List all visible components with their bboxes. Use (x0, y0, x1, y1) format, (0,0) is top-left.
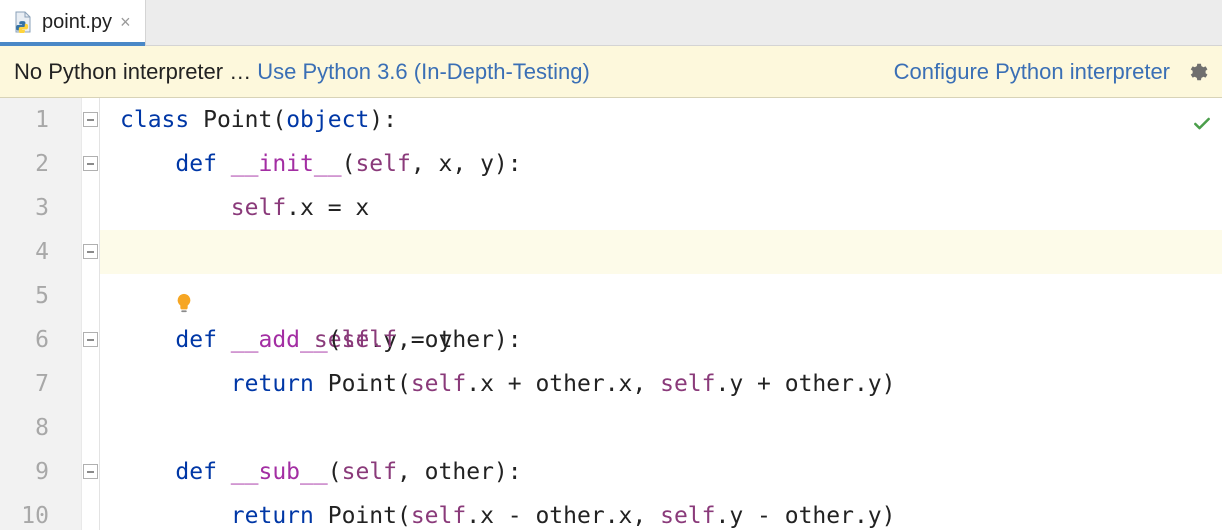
configure-interpreter-link[interactable]: Configure Python interpreter (894, 59, 1170, 85)
kw-class: class (120, 107, 189, 133)
code-line[interactable]: def __init__(self, x, y): (100, 142, 1222, 186)
code-line[interactable]: class Point(object): (100, 98, 1222, 142)
fold-handle[interactable] (83, 464, 98, 479)
code-line[interactable] (100, 406, 1222, 450)
use-interpreter-link[interactable]: Use Python 3.6 (In-Depth-Testing) (257, 59, 590, 85)
lightbulb-icon[interactable] (62, 241, 84, 263)
code-line[interactable] (100, 274, 1222, 318)
code-line[interactable]: self.x = x (100, 186, 1222, 230)
code-editor[interactable]: 1 2 3 4 5 6 7 8 9 10 class Point(object)… (0, 98, 1222, 530)
line-number: 10 (0, 494, 99, 530)
line-number: 7 (0, 362, 99, 406)
code-line[interactable]: return Point(self.x + other.x, self.y + … (100, 362, 1222, 406)
interpreter-warning-bar: No Python interpreter … Use Python 3.6 (… (0, 46, 1222, 98)
line-number: 8 (0, 406, 99, 450)
tab-bar: point.py × (0, 0, 1222, 46)
code-line[interactable]: def __sub__(self, other): (100, 450, 1222, 494)
code-area[interactable]: class Point(object): def __init__(self, … (100, 98, 1222, 530)
python-file-icon (12, 11, 34, 33)
class-name: Point( (203, 107, 286, 133)
code-line[interactable]: def __add__(self, other): (100, 318, 1222, 362)
fold-handle[interactable] (83, 112, 98, 127)
gear-icon[interactable] (1186, 61, 1208, 83)
fold-handle[interactable] (83, 156, 98, 171)
dunder-sub: __sub__ (231, 459, 328, 485)
file-tab[interactable]: point.py × (0, 0, 146, 45)
code-line-current[interactable]: self.y = y (100, 230, 1222, 274)
warning-message: No Python interpreter … (14, 59, 251, 85)
close-icon[interactable]: × (120, 13, 131, 31)
line-number: 3 (0, 186, 99, 230)
dunder-add: __add__ (231, 327, 328, 353)
fold-handle[interactable] (83, 244, 98, 259)
tab-filename: point.py (42, 11, 112, 34)
code-line[interactable]: return Point(self.x - other.x, self.y - … (100, 494, 1222, 530)
dunder-init: __init__ (231, 151, 342, 177)
